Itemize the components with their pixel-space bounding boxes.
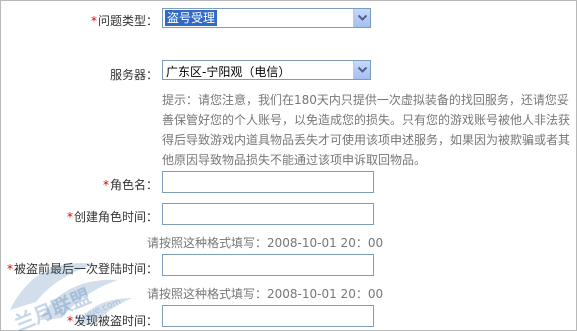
last-login-time-hint: 请按照这种格式填写：2008-10-01 20：00 <box>147 287 384 301</box>
issue-type-label: *问题类型： <box>91 12 158 29</box>
chevron-down-icon <box>358 67 367 73</box>
last-login-time-row: *被盗前最后一次登陆时间： <box>0 254 577 278</box>
chevron-down-icon <box>358 15 367 21</box>
last-login-time-label: *被盗前最后一次登陆时间： <box>7 260 158 277</box>
dropdown-button[interactable] <box>353 61 370 79</box>
required-mark: * <box>66 210 73 224</box>
create-time-label-text: 创建角色时间： <box>73 210 158 224</box>
issue-type-row: *问题类型： 盗号受理 <box>0 8 577 32</box>
required-mark: * <box>90 14 97 28</box>
required-mark: * <box>66 314 73 328</box>
required-mark: * <box>102 178 109 192</box>
issue-type-select[interactable]: 盗号受理 <box>162 8 371 28</box>
discover-time-input[interactable] <box>162 305 374 327</box>
server-selected-value: 广东区-宁阳观（电信） <box>166 65 291 79</box>
server-label: 服务器： <box>109 68 158 82</box>
create-time-row: *创建角色时间： <box>0 203 577 227</box>
last-login-time-label-text: 被盗前最后一次登陆时间： <box>13 262 158 276</box>
create-time-label: *创建角色时间： <box>67 208 158 225</box>
create-time-hint: 请按照这种格式填写：2008-10-01 20：00 <box>147 236 384 250</box>
character-name-label-text: 角色名： <box>109 178 158 192</box>
character-name-input[interactable] <box>162 171 374 193</box>
issue-type-label-text: 问题类型： <box>97 14 158 28</box>
server-select[interactable]: 广东区-宁阳观（电信） <box>162 60 371 80</box>
required-mark: * <box>6 262 13 276</box>
notice-text: 提示：请您注意，我们在180天内只提供一次虚拟装备的找回服务，还请您妥善保管好您… <box>162 93 571 167</box>
dropdown-button[interactable] <box>353 9 370 27</box>
create-time-input[interactable] <box>162 203 374 225</box>
character-name-row: *角色名： <box>0 171 577 195</box>
discover-time-label-text: 发现被盗时间： <box>73 314 158 328</box>
character-name-label: *角色名： <box>103 176 158 193</box>
issue-type-selected-value: 盗号受理 <box>165 10 218 26</box>
discover-time-label: *发现被盗时间： <box>67 312 158 329</box>
server-row: 服务器： 广东区-宁阳观（电信） <box>0 60 577 84</box>
last-login-time-input[interactable] <box>162 254 374 276</box>
discover-time-row: *发现被盗时间： <box>0 305 577 329</box>
